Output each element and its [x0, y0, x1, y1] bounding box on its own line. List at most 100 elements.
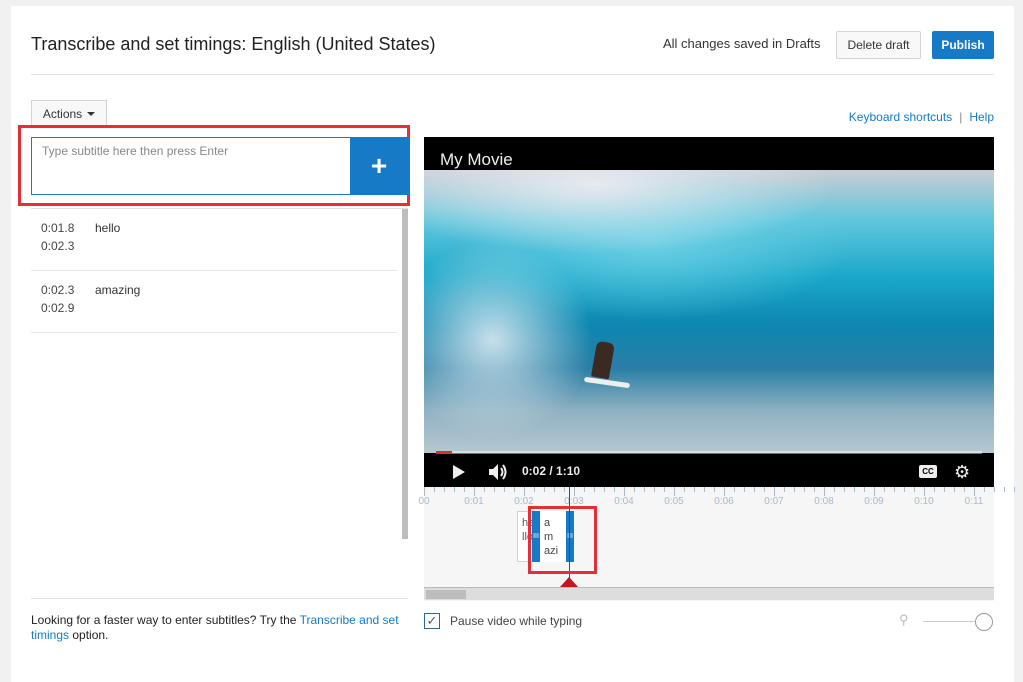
subtitle-input[interactable] — [32, 138, 350, 194]
zoom-slider-knob[interactable] — [975, 613, 993, 631]
plus-icon: + — [370, 150, 388, 181]
actions-dropdown[interactable]: Actions — [31, 100, 107, 126]
play-icon[interactable] — [453, 465, 465, 479]
video-title: My Movie — [440, 150, 513, 169]
cc-icon[interactable]: CC — [919, 465, 937, 478]
ruler-tick — [844, 487, 845, 492]
ruler-tick-label: 00 — [418, 496, 430, 507]
ruler-tick — [894, 487, 895, 492]
playhead-marker[interactable] — [560, 577, 578, 587]
ruler-tick — [664, 487, 665, 492]
ruler-tick — [794, 487, 795, 492]
subtitle-row[interactable]: 0:01.8 0:02.3 hello — [31, 209, 397, 271]
ruler-tick — [424, 487, 425, 496]
ruler-tick-label: 0:06 — [714, 496, 734, 507]
pause-option[interactable]: ✓ Pause video while typing — [424, 613, 582, 629]
ruler-tick — [554, 487, 555, 492]
timeline-scrollbar[interactable] — [424, 587, 994, 600]
ruler-tick — [594, 487, 595, 492]
hint-text: Looking for a faster way to enter subtit… — [31, 613, 401, 643]
add-subtitle-button[interactable]: + — [350, 138, 408, 194]
ruler-tick — [514, 487, 515, 492]
help-link[interactable]: Help — [969, 110, 994, 124]
zoom-slider-track[interactable] — [923, 621, 975, 622]
ruler-tick — [644, 487, 645, 492]
ruler-tick — [984, 487, 985, 492]
ruler-tick — [954, 487, 955, 492]
ruler-tick — [534, 487, 535, 492]
ruler-tick — [934, 487, 935, 492]
caret-down-icon — [87, 111, 96, 116]
timeline-scroll-thumb[interactable] — [426, 590, 466, 599]
timeline[interactable]: 00 0:01 0:02 0:03 0:04 0:05 0:06 0:07 0:08 0:09 0:… — [418, 487, 1015, 601]
ruler-tick — [1014, 487, 1015, 492]
ruler-tick — [864, 487, 865, 492]
ruler-tick — [484, 487, 485, 492]
ruler-tick — [904, 487, 905, 492]
ruler-tick-label: 0:01 — [464, 496, 484, 507]
ruler-tick — [544, 487, 545, 492]
subtitle-list: 0:01.8 0:02.3 hello 0:02.3 0:02.9 amazin… — [31, 209, 397, 333]
publish-button[interactable]: Publish — [932, 31, 994, 59]
divider — [31, 598, 408, 599]
ruler-tick — [674, 487, 675, 496]
actions-label: Actions — [42, 106, 83, 121]
highlight-box-cue — [528, 506, 597, 574]
pause-label: Pause video while typing — [450, 614, 583, 628]
subtitle-times: 0:02.3 0:02.9 — [31, 281, 95, 332]
keyboard-shortcuts-link[interactable]: Keyboard shortcuts — [849, 110, 952, 124]
ruler-tick — [814, 487, 815, 492]
ruler-tick-label: 0:05 — [664, 496, 684, 507]
ruler-tick-label: 0:07 — [764, 496, 784, 507]
ruler-tick — [874, 487, 875, 496]
ruler-tick — [764, 487, 765, 492]
end-time[interactable]: 0:02.3 — [41, 237, 95, 255]
zoom-magnifier-icon: ⚲ — [899, 612, 909, 627]
ruler-tick — [724, 487, 725, 496]
ruler-tick — [444, 487, 445, 492]
ruler-tick — [1004, 487, 1005, 492]
list-scrollbar[interactable] — [402, 209, 408, 539]
ruler-tick — [774, 487, 775, 496]
time-display: 0:02 / 1:10 — [522, 464, 581, 478]
subtitle-times: 0:01.8 0:02.3 — [31, 219, 95, 270]
pause-checkbox[interactable]: ✓ — [424, 613, 440, 629]
ruler-tick — [804, 487, 805, 492]
ruler-tick — [884, 487, 885, 492]
video-controls: 0:02 / 1:10 CC ⚙ — [424, 457, 994, 487]
ruler-tick — [834, 487, 835, 492]
video-progress-bar[interactable] — [436, 451, 982, 454]
delete-draft-button[interactable]: Delete draft — [836, 31, 921, 59]
ruler-tick — [464, 487, 465, 492]
ruler-tick — [754, 487, 755, 492]
ruler-tick — [584, 487, 585, 492]
end-time[interactable]: 0:02.9 — [41, 299, 95, 317]
volume-icon[interactable] — [488, 463, 510, 481]
ruler-tick — [744, 487, 745, 492]
subtitle-text[interactable]: hello — [95, 219, 120, 270]
ruler-tick — [474, 487, 475, 496]
page: Transcribe and set timings: English (Uni… — [11, 6, 1015, 682]
ruler-tick — [704, 487, 705, 492]
video-player[interactable]: My Movie 0:02 / 1:10 CC ⚙ — [424, 137, 994, 487]
start-time[interactable]: 0:02.3 — [41, 281, 95, 299]
video-progress-fill — [436, 451, 452, 454]
ruler-tick — [994, 487, 995, 492]
ruler-tick — [574, 487, 575, 496]
ruler-tick — [914, 487, 915, 492]
timeline-ruler: 00 0:01 0:02 0:03 0:04 0:05 0:06 0:07 0:08 0:09 0:… — [418, 487, 1015, 509]
ruler-tick — [504, 487, 505, 492]
settings-gear-icon[interactable]: ⚙ — [954, 462, 970, 482]
subtitle-text[interactable]: amazing — [95, 281, 140, 332]
surfer-figure — [591, 340, 615, 380]
ruler-tick-label: 0:09 — [864, 496, 884, 507]
ruler-tick — [854, 487, 855, 492]
ruler-tick — [944, 487, 945, 492]
link-separator: | — [959, 110, 963, 124]
ruler-tick-label: 0:04 — [614, 496, 634, 507]
ruler-tick — [684, 487, 685, 492]
video-frame[interactable] — [424, 170, 994, 453]
start-time[interactable]: 0:01.8 — [41, 219, 95, 237]
page-title: Transcribe and set timings: English (Uni… — [31, 34, 436, 54]
subtitle-row[interactable]: 0:02.3 0:02.9 amazing — [31, 271, 397, 333]
